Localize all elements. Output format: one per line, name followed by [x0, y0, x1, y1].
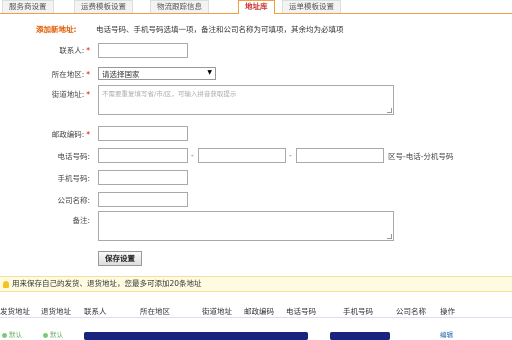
country-select-value: 请选择国家 [102, 70, 140, 79]
col-return-address: 退货地址 [41, 307, 71, 316]
address-limit-notice: 用来保存自己的发货、退货地址，您最多可添加20条地址 [0, 276, 512, 292]
return-default-radio[interactable]: 默认 [43, 329, 63, 339]
form-title: 添加新地址: [36, 25, 77, 34]
required-mark: * [86, 90, 90, 99]
dropdown-arrow-icon: ▼ [207, 69, 212, 76]
phone-label: 电话号码: [57, 152, 90, 161]
contact-input[interactable] [98, 43, 188, 58]
mobile-label: 手机号码: [57, 174, 90, 183]
phone-extension-input[interactable] [296, 148, 384, 163]
company-input[interactable] [98, 192, 188, 207]
company-label: 公司名称: [57, 196, 90, 205]
redacted-address-block [84, 332, 308, 340]
street-textarea[interactable]: 不需要重复填写省/市/区，可输入拼音获取提示 [98, 85, 394, 115]
col-actions: 操作 [440, 307, 455, 316]
col-mobile: 手机号码 [343, 307, 373, 316]
notice-text: 用来保存自己的发货、退货地址，您最多可添加20条地址 [12, 279, 202, 288]
lightbulb-icon [3, 280, 9, 288]
phone-separator: - [191, 151, 194, 160]
resize-handle-icon [387, 234, 392, 239]
form-hint: 电话号码、手机号码选填一项，备注和公司名称为可填项，其余均为必填项 [96, 25, 344, 34]
col-company: 公司名称 [396, 307, 426, 316]
postcode-input[interactable] [98, 126, 188, 141]
phone-format-hint: 区号-电话-分机号码 [388, 152, 454, 161]
street-label: 街道地址: * [51, 90, 90, 99]
mobile-input[interactable] [98, 170, 188, 185]
tab-bar: 服务商设置 运费模板设置 物流跟踪信息 地址库 运单模板设置 [0, 0, 512, 14]
col-phone: 电话号码 [286, 307, 316, 316]
phone-number-input[interactable] [198, 148, 286, 163]
ship-default-radio[interactable]: 默认 [2, 329, 22, 339]
col-contact: 联系人 [84, 307, 107, 316]
required-mark: * [86, 130, 90, 139]
tab-logistics-tracking[interactable]: 物流跟踪信息 [150, 0, 209, 13]
table-row: 默认 默认 [0, 326, 512, 340]
col-region: 所在地区 [140, 307, 170, 316]
tab-address-book[interactable]: 地址库 [238, 0, 275, 14]
save-settings-button[interactable]: 保存设置 [98, 251, 142, 266]
region-label: 所在地区: * [51, 70, 90, 79]
resize-handle-icon [387, 108, 392, 113]
phone-separator: - [289, 151, 292, 160]
col-postcode: 邮政编码 [244, 307, 274, 316]
required-mark: * [86, 70, 90, 79]
remark-label: 备注: [72, 216, 90, 225]
required-mark: * [86, 46, 90, 55]
remark-textarea[interactable] [98, 211, 394, 241]
redacted-mobile-block [330, 332, 390, 340]
contact-label: 联系人: * [59, 46, 90, 55]
col-ship-address: 发货地址 [0, 307, 30, 316]
address-table-header: 发货地址 退货地址 联系人 所在地区 街道地址 邮政编码 电话号码 手机号码 公… [0, 304, 512, 318]
phone-area-code-input[interactable] [98, 148, 188, 163]
street-placeholder: 不需要重复填写省/市/区，可输入拼音获取提示 [102, 90, 237, 98]
tab-freight-template[interactable]: 运费模板设置 [74, 0, 133, 13]
country-select[interactable]: 请选择国家 ▼ [98, 67, 216, 80]
tab-waybill-template[interactable]: 运单模板设置 [282, 0, 341, 13]
postcode-label: 邮政编码: * [51, 130, 90, 139]
col-street: 街道地址 [202, 307, 232, 316]
tab-provider-settings[interactable]: 服务商设置 [2, 0, 54, 13]
edit-link[interactable]: 编辑 [440, 329, 453, 339]
